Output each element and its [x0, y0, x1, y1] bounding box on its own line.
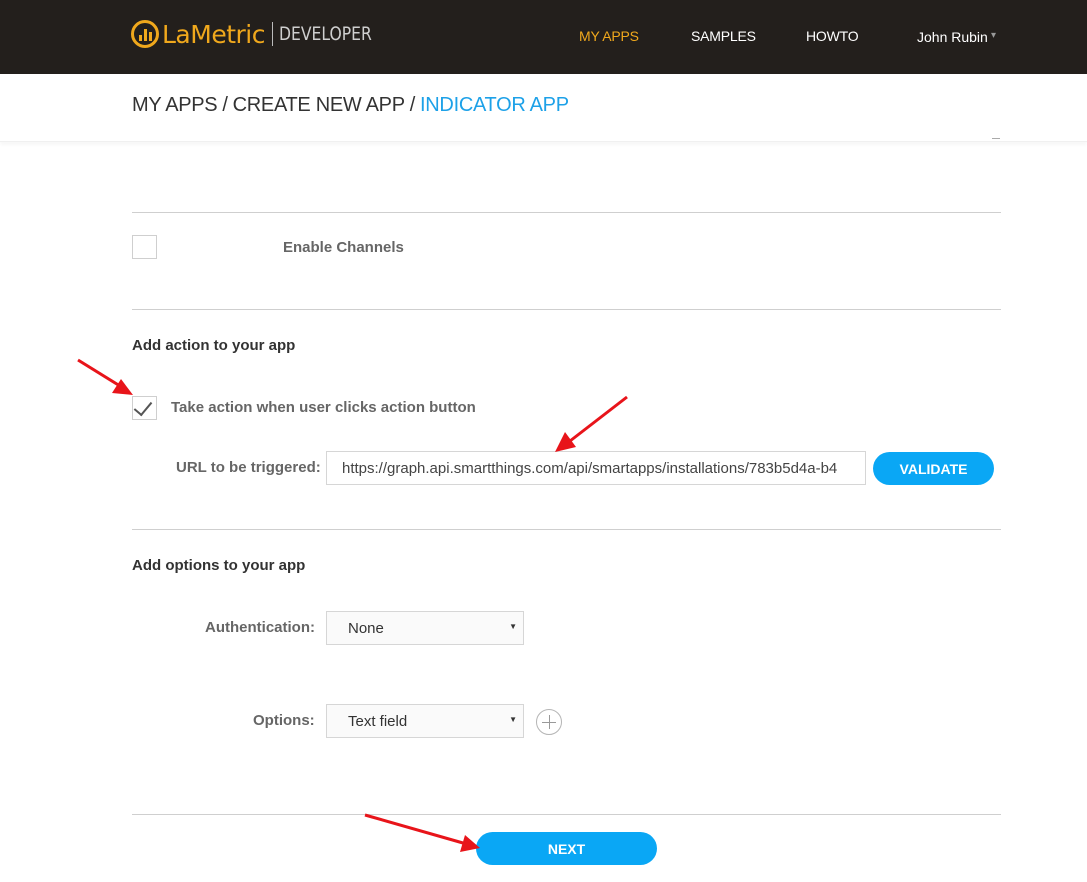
lametric-logo-icon	[131, 20, 159, 48]
user-menu[interactable]: John Rubin	[917, 29, 988, 45]
action-section-heading: Add action to your app	[132, 337, 296, 354]
divider	[992, 138, 1000, 139]
breadcrumb: MY APPS / CREATE NEW APP / INDICATOR APP	[132, 94, 569, 117]
divider	[132, 212, 1001, 213]
logo-text: LaMetric	[162, 19, 265, 49]
top-navbar: LaMetric DEVELOPER MY APPS SAMPLES HOWTO…	[0, 0, 1087, 74]
divider	[132, 814, 1001, 815]
breadcrumb-bar: MY APPS / CREATE NEW APP / INDICATOR APP	[0, 74, 1087, 142]
options-section-heading: Add options to your app	[132, 557, 306, 574]
authentication-value: None	[348, 620, 384, 637]
add-option-icon[interactable]	[536, 709, 562, 735]
breadcrumb-my-apps[interactable]: MY APPS	[132, 94, 218, 116]
options-value: Text field	[348, 713, 408, 730]
logo-divider	[271, 22, 273, 46]
take-action-checkbox[interactable]	[132, 396, 157, 420]
options-select[interactable]: Text field ▼	[326, 704, 524, 738]
next-button[interactable]: NEXT	[476, 832, 657, 865]
divider	[132, 309, 1001, 310]
enable-channels-label: Enable Channels	[283, 239, 404, 256]
breadcrumb-separator: /	[222, 94, 228, 116]
chevron-down-icon[interactable]: ▾	[991, 30, 996, 41]
validate-button[interactable]: VALIDATE	[873, 452, 994, 485]
options-label: Options:	[253, 712, 315, 729]
enable-channels-checkbox[interactable]	[132, 235, 157, 259]
authentication-select[interactable]: None ▼	[326, 611, 524, 645]
dropdown-caret-icon: ▼	[509, 715, 517, 724]
arrow-annotation-icon	[555, 395, 628, 452]
arrow-annotation-icon	[77, 358, 133, 395]
arrow-annotation-icon	[364, 813, 480, 852]
breadcrumb-separator: /	[409, 94, 416, 116]
nav-howto[interactable]: HOWTO	[806, 28, 859, 44]
divider	[132, 529, 1001, 530]
breadcrumb-create-new-app[interactable]: CREATE NEW APP	[233, 94, 405, 116]
logo-subtitle: DEVELOPER	[278, 23, 372, 45]
nav-my-apps[interactable]: MY APPS	[579, 28, 639, 44]
url-label: URL to be triggered:	[176, 459, 321, 476]
take-action-label: Take action when user clicks action butt…	[171, 399, 476, 416]
authentication-label: Authentication:	[205, 619, 315, 636]
lametric-logo[interactable]: LaMetric DEVELOPER	[131, 14, 392, 54]
url-input[interactable]	[326, 451, 866, 485]
breadcrumb-current: INDICATOR APP	[420, 94, 569, 116]
nav-samples[interactable]: SAMPLES	[691, 28, 756, 44]
checkmark-icon	[133, 396, 153, 417]
dropdown-caret-icon: ▼	[509, 622, 517, 631]
